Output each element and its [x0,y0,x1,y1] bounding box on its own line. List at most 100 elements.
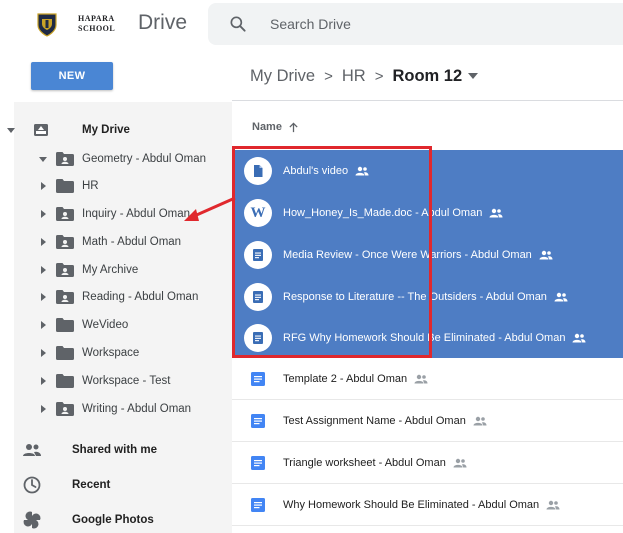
nav-item-label: Recent [72,479,111,491]
search-icon[interactable] [228,14,248,34]
file-row[interactable]: Media Review - Once Were Warriors - Abdu… [232,234,623,276]
tree-item-folder[interactable]: Reading - Abdul Oman [38,285,198,309]
tree-item-label: Workspace [82,347,140,359]
tree-item-folder[interactable]: WeVideo [38,313,128,337]
school-name: HAPARA SCHOOL [78,14,115,34]
collapse-arrow-icon[interactable] [38,376,48,386]
tree-item-label: My Archive [82,264,139,276]
tree-item-label: WeVideo [82,319,129,331]
breadcrumb-current[interactable]: Room 12 [392,67,462,86]
tree-item-folder[interactable]: My Archive [38,258,138,282]
nav-item-label: Shared with me [72,444,157,456]
file-name: Abdul's video [283,165,349,177]
expand-arrow-icon[interactable] [38,154,48,164]
collapse-arrow-icon[interactable] [38,209,48,219]
tree-item-label: HR [82,180,99,192]
nav-item-label: Google Photos [72,514,154,526]
collapse-arrow-icon[interactable] [38,265,48,275]
tree-item-folder[interactable]: HR [38,174,99,198]
collapse-arrow-icon[interactable] [38,320,48,330]
file-row[interactable]: RFG Why Homework Should Be Eliminated - … [232,318,623,358]
school-name-line2: SCHOOL [78,24,116,33]
file-row[interactable]: W How_Honey_Is_Made.doc - Abdul Oman [232,192,623,234]
google-doc-icon [253,249,263,261]
expand-arrow-icon[interactable] [6,125,16,135]
tree-item-my-drive[interactable]: My Drive [6,118,130,142]
collapse-arrow-icon[interactable] [38,181,48,191]
file-row[interactable]: Abdul's video [232,150,623,192]
file-type-badge [244,283,272,311]
breadcrumb-item-hr[interactable]: HR [342,67,366,86]
nav-item-google-photos[interactable]: Google Photos [22,506,154,533]
file-type-badge [244,324,272,352]
app-header: HAPARA SCHOOL Drive [0,0,623,50]
shared-people-icon [414,374,428,383]
tree-item-folder[interactable]: Inquiry - Abdul Oman [38,202,190,226]
file-name: Test Assignment Name - Abdul Oman [283,414,466,427]
file-row[interactable]: Response to Literature -- The Outsiders … [232,276,623,318]
folder-icon [56,179,74,193]
tree-item-label: Inquiry - Abdul Oman [82,208,191,220]
breadcrumb-separator: > [324,67,333,85]
nav-item-recent[interactable]: Recent [22,471,110,499]
collapse-arrow-icon[interactable] [38,292,48,302]
tree-item-label: Writing - Abdul Oman [82,403,192,415]
annotation-arrow-icon [184,196,236,221]
search-box[interactable] [208,3,623,45]
collapse-arrow-icon[interactable] [38,348,48,358]
tree-item-label: Reading - Abdul Oman [82,291,199,303]
google-doc-icon [251,413,265,428]
shared-people-icon [546,500,560,509]
shared-people-icon [554,292,568,302]
tree-item-folder[interactable]: Math - Abdul Oman [38,230,181,254]
shared-people-icon [453,458,467,467]
new-button[interactable]: NEW [31,62,113,90]
shared-people-icon [572,333,586,343]
tree-item-folder[interactable]: Workspace - Test [38,369,170,393]
shared-folder-icon [56,207,74,221]
file-name: Why Homework Should Be Eliminated - Abdu… [283,498,540,511]
breadcrumb: My Drive > HR > Room 12 [250,64,479,88]
shared-people-icon [489,208,503,218]
app-name[interactable]: Drive [138,10,187,36]
google-doc-icon [253,291,263,303]
file-row[interactable]: Template 2 - Abdul Oman [232,358,623,400]
column-header-name[interactable]: Name [252,121,299,133]
file-row[interactable]: Triangle worksheet - Abdul Oman [232,442,623,484]
shared-folder-icon [56,152,74,166]
sort-arrow-up-icon[interactable] [288,121,299,133]
google-doc-icon [251,455,265,470]
nav-item-shared-with-me[interactable]: Shared with me [22,436,157,464]
breadcrumb-separator: > [374,67,384,85]
shared-folder-icon [56,402,74,416]
file-name: How_Honey_Is_Made.doc - Abdul Oman [283,207,483,219]
file-name: Media Review - Once Were Warriors - Abdu… [283,249,532,261]
people-icon [23,444,41,456]
file-type-badge [244,157,272,185]
tree-item-folder[interactable]: Geometry - Abdul Oman [38,147,206,171]
tree-item-label: Math - Abdul Oman [82,236,182,248]
collapse-arrow-icon[interactable] [38,404,48,414]
file-row[interactable]: Test Assignment Name - Abdul Oman [232,400,623,442]
breadcrumb-item-my-drive[interactable]: My Drive [250,67,315,86]
folder-icon [56,346,74,360]
header-divider [232,100,623,101]
school-crest-icon[interactable] [36,12,58,38]
google-doc-icon [251,371,265,386]
tree-item-folder[interactable]: Writing - Abdul Oman [38,397,191,421]
word-doc-icon: W [250,204,266,221]
folder-icon [56,374,74,388]
file-name: Template 2 - Abdul Oman [283,372,408,385]
search-input[interactable] [270,11,590,37]
shared-folder-icon [56,290,74,304]
tree-item-folder[interactable]: Workspace [38,341,139,365]
shared-folder-icon [56,235,74,249]
file-name: RFG Why Homework Should Be Eliminated - … [283,332,566,344]
tree-item-label: My Drive [82,124,130,136]
dropdown-caret-icon[interactable] [468,73,479,79]
collapse-arrow-icon[interactable] [38,237,48,247]
shared-people-icon [539,250,553,260]
shared-people-icon [473,416,487,425]
clock-icon [23,476,41,494]
file-row[interactable]: Why Homework Should Be Eliminated - Abdu… [232,484,623,526]
